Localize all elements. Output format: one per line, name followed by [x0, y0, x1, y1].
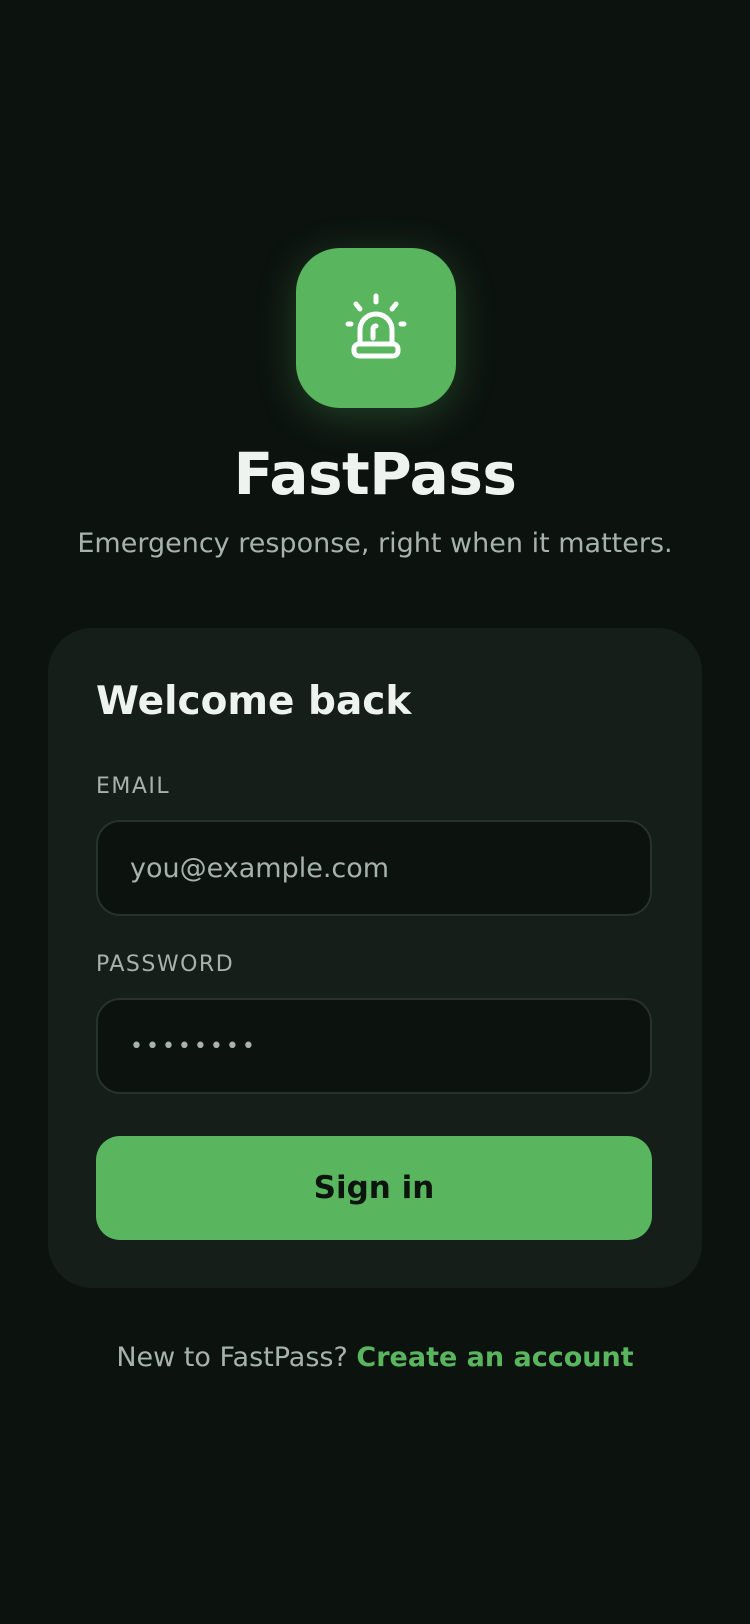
siren-icon — [345, 293, 407, 359]
sign-in-button[interactable]: Sign in — [96, 1136, 652, 1240]
login-card: Welcome back EMAIL PASSWORD Sign in — [48, 628, 702, 1288]
email-field[interactable] — [96, 820, 652, 916]
password-label: PASSWORD — [96, 952, 235, 977]
signup-prompt-text: New to FastPass? — [116, 1342, 348, 1373]
card-heading: Welcome back — [96, 679, 412, 724]
app-tagline: Emergency response, right when it matter… — [77, 528, 673, 559]
app-title: FastPass — [233, 440, 517, 508]
signup-prompt: New to FastPass? Create an account — [0, 1338, 750, 1378]
app-logo — [296, 248, 456, 408]
password-field[interactable] — [96, 998, 652, 1094]
create-account-link[interactable]: Create an account — [356, 1342, 633, 1373]
email-label: EMAIL — [96, 774, 171, 799]
